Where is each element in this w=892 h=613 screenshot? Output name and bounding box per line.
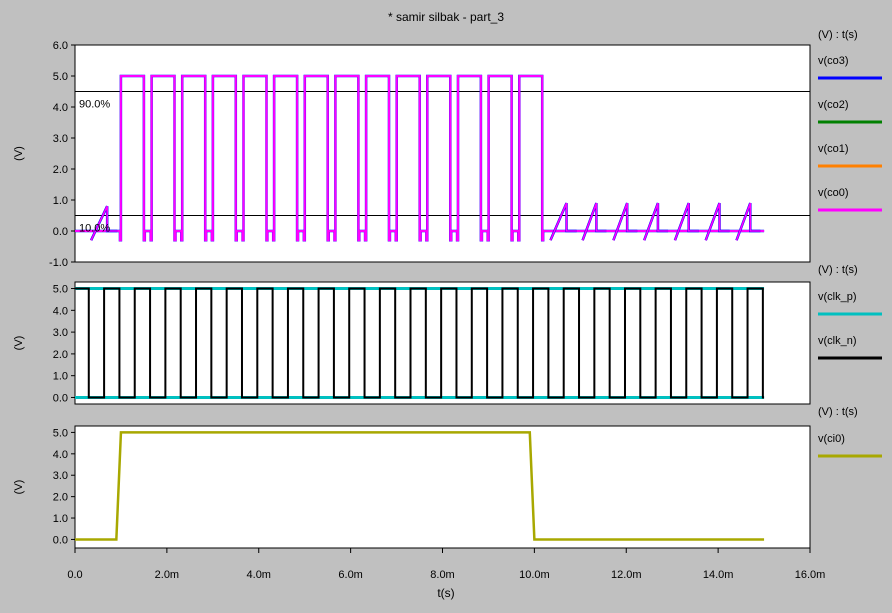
y-tick-label: 1.0: [53, 513, 68, 525]
legend-entry-label: v(ci0): [818, 433, 845, 445]
y-tick-label: 5.0: [53, 284, 68, 296]
y-tick-label: 2.0: [53, 349, 68, 361]
y-tick-label: 1.0: [53, 371, 68, 383]
legend-header: (V) : t(s): [818, 406, 858, 418]
y-tick-label: 2.0: [53, 492, 68, 504]
y-tick-label: 3.0: [53, 133, 68, 145]
chart-panel-1: -1.0 0.0 1.0 2.0 3.0 4.0 5.0 6.0 (V) (V) : t(s) v(…: [13, 29, 882, 269]
x-tick-label: 14.0m: [703, 569, 734, 581]
plot-area: [74, 281, 811, 405]
x-tick-label: 12.0m: [611, 569, 642, 581]
x-axis-label: t(s): [437, 586, 454, 600]
y-tick-label: 0.0: [53, 392, 68, 404]
chart-panel-3: 0.0 1.0 2.0 3.0 4.0 5.0 (V) (V) : t(s) v(ci0): [13, 406, 882, 549]
x-tick-label: 0.0: [67, 569, 82, 581]
legend-header: (V) : t(s): [818, 29, 858, 41]
y-tick-label: 0.0: [53, 226, 68, 238]
legend-entry-label: v(clk_p): [818, 291, 857, 303]
x-tick-label: 16.0m: [795, 569, 826, 581]
y-tick-label: 1.0: [53, 195, 68, 207]
threshold-label: 90.0%: [79, 99, 110, 111]
y-axis-label: (V): [13, 146, 25, 161]
y-tick-label: 0.0: [53, 534, 68, 546]
threshold-label: 10.0%: [79, 223, 110, 235]
x-tick-label: 2.0m: [155, 569, 179, 581]
y-tick-label: 4.0: [53, 449, 68, 461]
waveform-viewer: * samir silbak - part_3 -1.0 0.0 1.0 2.0 3.0…: [13, 10, 882, 600]
y-tick-label: 4.0: [53, 305, 68, 317]
y-tick-label: -1.0: [49, 257, 68, 269]
window-title: * samir silbak - part_3: [388, 10, 504, 24]
chart-panel-2: 0.0 1.0 2.0 3.0 4.0 5.0 (V) (V) : t(s) v(clk_p)v…: [13, 264, 882, 405]
legend-entry-label: v(co2): [818, 99, 849, 111]
y-tick-label: 5.0: [53, 427, 68, 439]
legend-entry-label: v(co0): [818, 187, 849, 199]
legend-header: (V) : t(s): [818, 264, 858, 276]
y-tick-label: 4.0: [53, 102, 68, 114]
y-tick-label: 3.0: [53, 470, 68, 482]
time-axis: 0.0 2.0m 4.0m 6.0m 8.0m 10.0m 12.0m 14.0m 16.0m: [67, 548, 825, 581]
x-tick-label: 6.0m: [338, 569, 362, 581]
y-tick-label: 3.0: [53, 327, 68, 339]
plot-area: [74, 425, 811, 549]
legend-entry-label: v(clk_n): [818, 335, 857, 347]
legend-entry-label: v(co3): [818, 55, 849, 67]
x-tick-label: 8.0m: [430, 569, 454, 581]
y-tick-label: 6.0: [53, 40, 68, 52]
y-tick-label: 2.0: [53, 164, 68, 176]
x-tick-label: 10.0m: [519, 569, 550, 581]
legend-entry-label: v(co1): [818, 143, 849, 155]
y-tick-label: 5.0: [53, 71, 68, 83]
y-axis-label: (V): [13, 480, 25, 495]
plot-area: [74, 44, 811, 263]
x-tick-label: 4.0m: [247, 569, 271, 581]
y-axis-label: (V): [13, 336, 25, 351]
